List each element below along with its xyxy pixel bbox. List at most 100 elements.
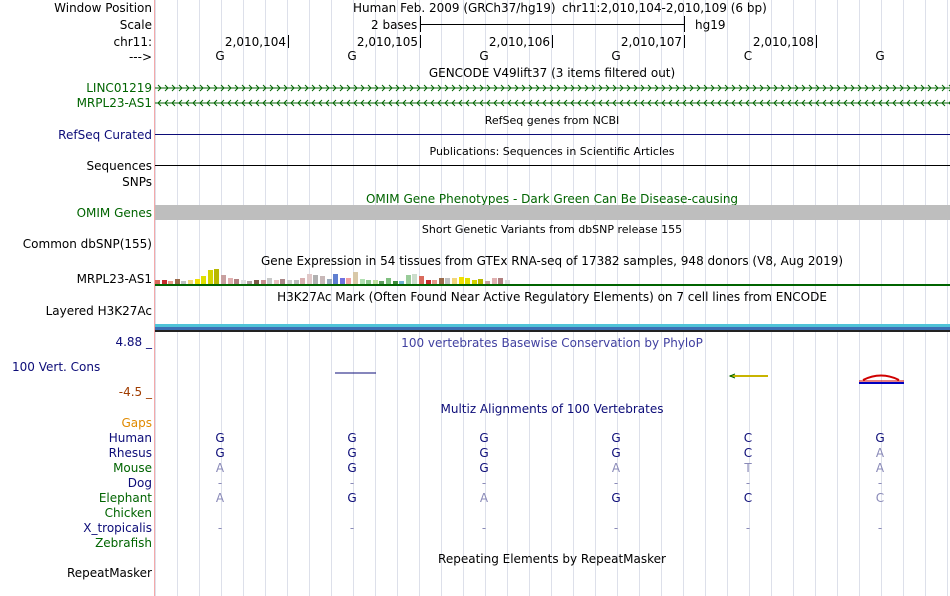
alignment-base: - (481, 521, 487, 535)
refseq-track-label[interactable]: RefSeq Curated (58, 128, 152, 142)
refseq-gene-line[interactable] (155, 134, 950, 135)
gencode-gene-tracks[interactable] (155, 80, 950, 110)
alignment-base: - (349, 476, 355, 490)
alignment-base: G (479, 461, 489, 475)
ruler-coordinate: 2,010,105 (356, 35, 418, 49)
h3k27ac-signal-dark[interactable] (155, 330, 950, 332)
omim-track-label[interactable]: OMIM Genes (77, 206, 152, 220)
gtex-tissue-bar[interactable] (221, 275, 226, 284)
dbsnp-title: Short Genetic Variants from dbSNP releas… (421, 223, 683, 236)
multiz-title: Multiz Alignments of 100 Vertebrates (440, 402, 664, 416)
alignment-base: G (215, 446, 225, 460)
scale-label: Scale (119, 18, 152, 32)
alignment-base: A (875, 461, 885, 475)
omim-title: OMIM Gene Phenotypes - Dark Green Can Be… (365, 192, 739, 206)
ruler-coordinate: 2,010,104 (224, 35, 286, 49)
scale-bar-right (684, 16, 685, 32)
gaps-track-label[interactable]: Gaps (121, 416, 152, 430)
mrpl23-as1-gene (155, 99, 950, 107)
alignment-base: - (877, 476, 883, 490)
conservation-title: 100 vertebrates Basewise Conservation by… (401, 336, 703, 350)
alignment-base: C (875, 491, 885, 505)
gencode-track-label-linc01219[interactable]: LINC01219 (86, 81, 152, 95)
dbsnp-track-label[interactable]: Common dbSNP(155) (23, 237, 152, 251)
gtex-tissue-bar[interactable] (207, 270, 213, 284)
alignment-base: - (745, 521, 751, 535)
repeatmasker-track-label[interactable]: RepeatMasker (67, 566, 152, 580)
alignment-base: G (347, 446, 357, 460)
alignment-base: A (479, 491, 489, 505)
repeatmasker-title: Repeating Elements by RepeatMasker (438, 552, 666, 566)
gtex-tissue-bar[interactable] (405, 275, 411, 284)
snps-track-label[interactable]: SNPs (122, 175, 152, 189)
species-label[interactable]: Chicken (105, 506, 152, 520)
gtex-tissue-bar[interactable] (313, 275, 319, 284)
conservation-plot[interactable] (155, 365, 950, 387)
alignment-base: A (215, 461, 225, 475)
species-label[interactable]: Mouse (113, 461, 152, 475)
strand-arrow-label[interactable]: ---> (129, 50, 152, 64)
alignment-base: C (743, 446, 753, 460)
alignment-base: - (877, 521, 883, 535)
conservation-mark-5 (728, 373, 768, 379)
scale-db: hg19 (695, 18, 726, 32)
scale-text: 2 bases (371, 18, 418, 32)
gtex-tissue-bar[interactable] (412, 274, 418, 284)
publications-track-label[interactable]: Sequences (87, 159, 152, 173)
gtex-tissue-bar[interactable] (320, 276, 325, 284)
reference-base: G (347, 49, 357, 63)
alignment-base: G (611, 491, 621, 505)
alignment-base: - (613, 521, 619, 535)
gtex-tissue-bar[interactable] (306, 274, 312, 284)
gtex-tissue-bar[interactable] (333, 274, 339, 284)
ruler-tick (552, 35, 553, 48)
h3k27ac-title: H3K27Ac Mark (Often Found Near Active Re… (277, 290, 827, 304)
gtex-tissue-bar[interactable] (419, 276, 424, 284)
ruler-tick (684, 35, 685, 48)
alignment-base: A (611, 461, 621, 475)
window-position-label: Window Position (54, 1, 152, 15)
alignment-base: G (347, 461, 357, 475)
gtex-tissue-bar[interactable] (201, 276, 207, 284)
gencode-track-label-mrpl23-as1[interactable]: MRPL23-AS1 (77, 96, 152, 110)
alignment-base: G (347, 431, 357, 445)
ruler-tick (420, 35, 421, 48)
gtex-track-label[interactable]: MRPL23-AS1 (77, 272, 152, 286)
conservation-min-label: -4.5 _ (118, 385, 152, 399)
ruler-tick (816, 35, 817, 48)
reference-base: G (479, 49, 489, 63)
omim-gene-bar[interactable] (155, 205, 950, 220)
alignment-base: - (613, 476, 619, 490)
gtex-baseline (155, 284, 950, 286)
gtex-tissue-bar[interactable] (214, 269, 220, 284)
alignment-base: A (215, 491, 225, 505)
alignment-base: - (217, 476, 223, 490)
conservation-track-label[interactable]: 100 Vert. Cons (12, 360, 100, 374)
species-label[interactable]: Zebrafish (95, 536, 152, 550)
alignment-base: C (743, 491, 753, 505)
gtex-expression-bars[interactable] (155, 266, 950, 284)
species-label[interactable]: Elephant (99, 491, 152, 505)
publications-line[interactable] (155, 165, 950, 166)
h3k27ac-track-label[interactable]: Layered H3K27Ac (46, 304, 152, 318)
assembly-text: Human Feb. 2009 (GRCh37/hg19) (353, 1, 556, 15)
reference-base: G (875, 49, 885, 63)
gtex-tissue-bar[interactable] (353, 272, 358, 284)
reference-base: G (611, 49, 621, 63)
reference-base: G (215, 49, 225, 63)
species-label[interactable]: Human (109, 431, 152, 445)
position-text: chr11:2,010,104-2,010,109 (6 bp) (562, 1, 767, 15)
scale-bar (420, 24, 684, 25)
ruler-tick (288, 35, 289, 48)
species-label[interactable]: X_tropicalis (83, 521, 152, 535)
species-label[interactable]: Rhesus (109, 446, 152, 460)
gtex-tissue-bar[interactable] (458, 277, 464, 284)
conservation-mark-6 (859, 374, 904, 384)
ruler-coordinate: 2,010,106 (488, 35, 550, 49)
alignment-base: G (479, 446, 489, 460)
publications-title: Publications: Sequences in Scientific Ar… (429, 145, 675, 158)
alignment-base: G (611, 431, 621, 445)
species-label[interactable]: Dog (128, 476, 152, 490)
alignment-base: G (611, 446, 621, 460)
alignment-base: - (745, 476, 751, 490)
